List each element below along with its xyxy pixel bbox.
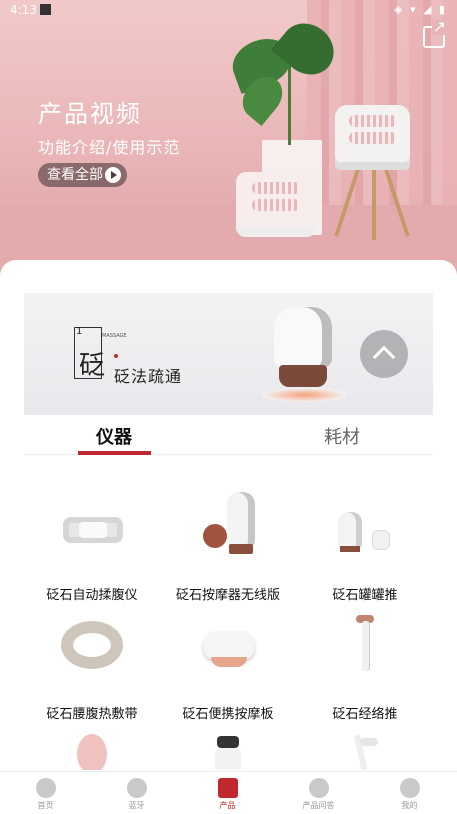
scroll-top-button[interactable]	[360, 330, 408, 378]
view-all-button[interactable]: 查看全部	[38, 163, 127, 187]
product-bag-icon	[218, 778, 238, 798]
product-item[interactable]: 砭石自动揉腹仪	[17, 492, 167, 603]
nav-bluetooth[interactable]: 蓝牙	[91, 772, 182, 814]
massager-device-image	[236, 172, 316, 237]
product-item[interactable]: 砭石按摩器无线版	[153, 492, 303, 603]
profile-icon	[400, 778, 420, 798]
logo-character: 砭	[79, 351, 106, 381]
product-item[interactable]	[153, 730, 303, 770]
view-all-label: 查看全部	[47, 167, 103, 183]
home-icon	[36, 778, 56, 798]
logo-number: 1	[76, 326, 83, 337]
red-dot	[114, 354, 118, 358]
product-item[interactable]	[17, 730, 167, 770]
product-image	[290, 730, 440, 770]
product-image	[17, 492, 167, 572]
massager-device-image	[335, 105, 410, 170]
status-icons: ◈ ▾ ◢ ▮	[394, 3, 447, 16]
product-item[interactable]: 砭石经络推	[290, 611, 440, 722]
product-image	[17, 730, 167, 770]
glow-decoration	[262, 388, 347, 402]
product-item[interactable]: 砭石罐罐推	[290, 492, 440, 603]
nav-label: 我的	[401, 801, 418, 810]
product-name: 砭石按摩器无线版	[175, 588, 280, 603]
qa-icon	[309, 778, 329, 798]
product-image	[290, 492, 440, 572]
nav-profile[interactable]: 我的	[364, 772, 455, 814]
product-name: 砭石腰腹热敷带	[46, 707, 138, 722]
logo-english: MASSAGE	[102, 333, 127, 339]
nav-label: 产品	[219, 801, 236, 810]
nav-label: 产品问答	[302, 801, 335, 810]
product-image	[290, 611, 440, 691]
product-item[interactable]: 砭石腰腹热敷带	[17, 611, 167, 722]
content-card: 1 MASSAGE 砭 砭法疏通 仪器 耗材 砭石自动揉腹仪 砭石按摩器无线版 …	[0, 260, 457, 780]
hero-subtitle: 功能介绍/使用示范	[38, 138, 181, 157]
tab-instruments[interactable]: 仪器	[96, 423, 132, 449]
bottom-navigation: 首页 蓝牙 产品 产品问答 我的	[0, 771, 457, 814]
product-name: 砭石经络推	[332, 707, 398, 722]
status-bar: 4:13 ◈ ▾ ◢ ▮	[0, 0, 457, 20]
product-image	[153, 730, 303, 770]
banner-slogan: 砭法疏通	[114, 367, 183, 386]
category-tabs: 仪器 耗材	[24, 415, 433, 455]
product-item[interactable]: 砭石便携按摩板	[153, 611, 303, 722]
nav-qa[interactable]: 产品问答	[273, 772, 364, 814]
product-image	[17, 611, 167, 691]
status-time: 4:13	[10, 3, 37, 17]
play-icon	[105, 167, 121, 183]
nav-products[interactable]: 产品	[182, 772, 273, 814]
massager-product-image	[274, 307, 332, 367]
bluetooth-icon	[127, 778, 147, 798]
nav-label: 首页	[37, 801, 54, 810]
nav-label: 蓝牙	[128, 801, 145, 810]
product-name: 砭石便携按摩板	[182, 707, 274, 722]
product-image	[153, 611, 303, 691]
share-icon[interactable]	[423, 19, 447, 48]
nav-home[interactable]: 首页	[0, 772, 91, 814]
notification-icon	[40, 4, 51, 15]
hero-title: 产品视频	[38, 100, 142, 128]
product-image	[153, 492, 303, 572]
product-name: 砭石罐罐推	[332, 588, 398, 603]
active-tab-indicator	[78, 451, 151, 455]
stone-base-image	[279, 365, 327, 387]
tab-consumables[interactable]: 耗材	[324, 423, 360, 449]
hero-banner[interactable]: 产品视频 功能介绍/使用示范 查看全部	[0, 0, 457, 280]
product-name: 砭石自动揉腹仪	[46, 588, 138, 603]
stand-leg	[372, 170, 376, 240]
product-item[interactable]	[290, 730, 440, 770]
